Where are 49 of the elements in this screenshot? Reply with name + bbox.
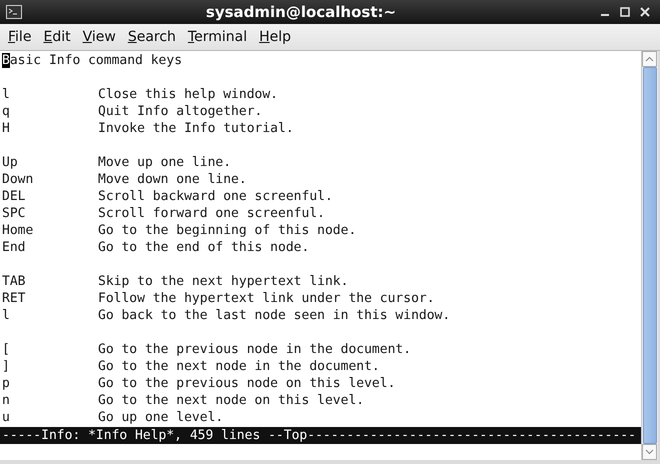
menu-item[interactable]: Help xyxy=(253,29,298,45)
key-name: p xyxy=(2,375,11,392)
scroll-up-icon[interactable] xyxy=(642,51,657,67)
key-description: Go to the beginning of this node. xyxy=(98,222,358,239)
key-description: Go to the end of this node. xyxy=(98,239,310,256)
menu-item[interactable]: File xyxy=(2,29,38,45)
terminal-icon xyxy=(6,5,22,19)
key-description: Go up one level. xyxy=(98,409,224,426)
key-name: Up xyxy=(2,154,19,171)
heading-text: Basic Info command keys xyxy=(2,52,184,69)
maximize-icon[interactable] xyxy=(620,7,630,17)
window-title: sysadmin@localhost:~ xyxy=(204,3,398,21)
key-description: Quit Info altogether. xyxy=(98,103,264,120)
close-icon[interactable] xyxy=(640,7,650,17)
key-description: Go back to the last node seen in this window. xyxy=(98,307,452,324)
scrollbar[interactable] xyxy=(641,51,658,460)
key-name: l xyxy=(2,86,11,103)
key-name: TAB xyxy=(2,273,26,290)
key-name: [ xyxy=(2,341,11,358)
key-description: Move down one line. xyxy=(98,171,248,188)
key-name: End xyxy=(2,239,26,256)
key-description: Follow the hypertext link under the cursor. xyxy=(98,290,436,307)
key-name: l xyxy=(2,307,11,324)
key-description: Invoke the Info tutorial. xyxy=(98,120,295,137)
key-description: Go to the next node in the document. xyxy=(98,358,381,375)
menu-item[interactable]: Terminal xyxy=(182,29,254,45)
menu-item[interactable]: Edit xyxy=(37,29,77,45)
scroll-thumb[interactable] xyxy=(643,67,657,444)
key-name: n xyxy=(2,392,11,409)
key-description: Scroll backward one screenful. xyxy=(98,188,334,205)
key-name: u xyxy=(2,409,11,426)
scroll-down-icon[interactable] xyxy=(642,444,657,460)
key-description: Go to the next node on this level. xyxy=(98,392,366,409)
key-name: Down xyxy=(2,171,34,188)
key-description: Go to the previous node in the document. xyxy=(98,341,412,358)
key-name: Home xyxy=(2,222,34,239)
key-name: ] xyxy=(2,358,11,375)
key-name: q xyxy=(2,103,11,120)
key-name: DEL xyxy=(2,188,26,205)
key-description: Scroll forward one screenful. xyxy=(98,205,326,222)
menu-item[interactable]: View xyxy=(76,29,122,45)
key-name: RET xyxy=(2,290,26,307)
key-description: Skip to the next hypertext link. xyxy=(98,273,350,290)
menu-item[interactable]: Search xyxy=(122,29,182,45)
key-name: SPC xyxy=(2,205,26,222)
key-description: Close this help window. xyxy=(98,86,280,103)
key-name: H xyxy=(2,120,11,137)
key-description: Move up one line. xyxy=(98,154,232,171)
key-description: Go to the previous node on this level. xyxy=(98,375,396,392)
